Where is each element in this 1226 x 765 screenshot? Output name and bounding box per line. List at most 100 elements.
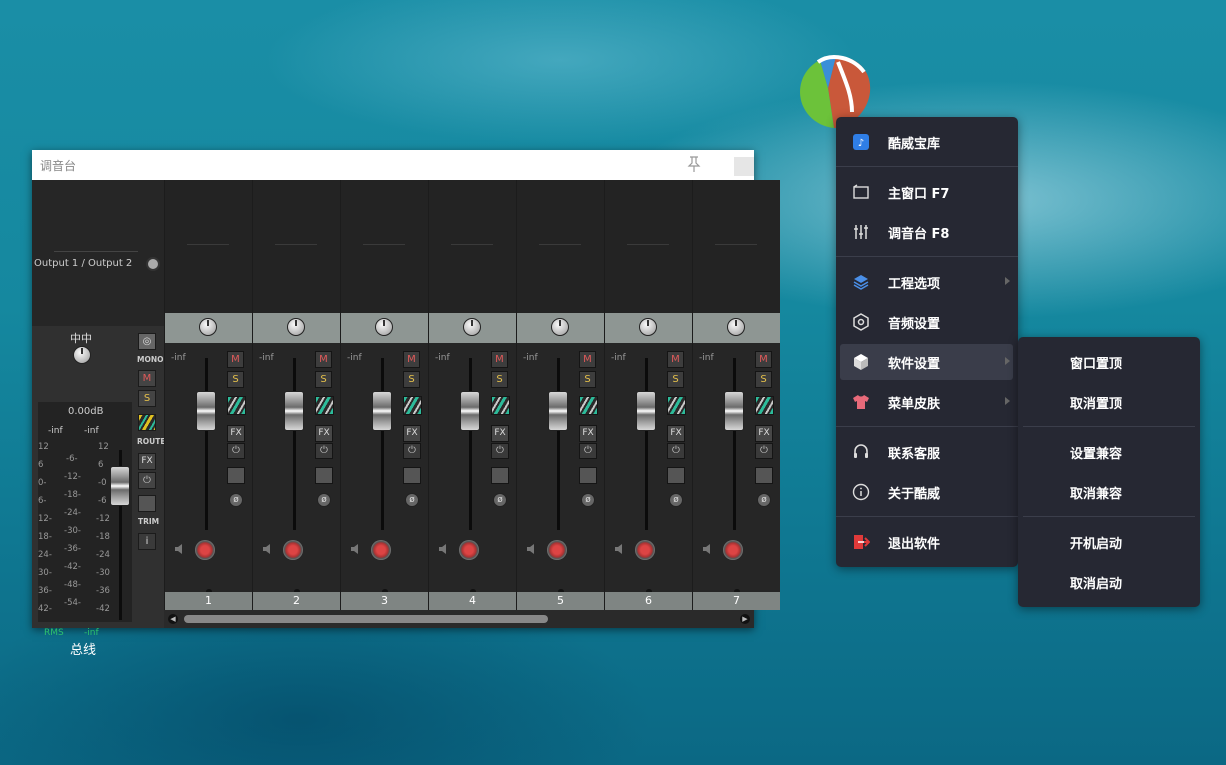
track-route-button[interactable]	[403, 396, 422, 415]
fx-power-icon[interactable]: ⏻	[667, 443, 685, 459]
submenu-item-cancel-compat[interactable]: 取消兼容	[1018, 474, 1200, 510]
scroll-left-arrow-icon[interactable]: ◀	[168, 614, 178, 624]
track-mute-button[interactable]: M	[403, 351, 420, 368]
record-arm-button[interactable]	[547, 540, 567, 560]
phase-invert-icon[interactable]: ø	[581, 493, 595, 507]
fx-power-icon[interactable]: ⏻	[491, 443, 509, 459]
speaker-icon[interactable]	[174, 543, 186, 555]
track-solo-button[interactable]: S	[227, 371, 244, 388]
phase-invert-icon[interactable]: ø	[493, 493, 507, 507]
window-close-button[interactable]	[734, 157, 754, 176]
envelope-icon[interactable]	[403, 467, 421, 484]
track-fader-handle[interactable]	[724, 391, 744, 431]
scrollbar-thumb[interactable]	[184, 615, 548, 623]
mixer-horizontal-scrollbar[interactable]: ◀ ▶	[164, 610, 754, 628]
menu-item-audio-settings[interactable]: 音频设置	[840, 304, 1013, 340]
menu-item-library[interactable]: ♪ 酷威宝库	[840, 124, 1013, 160]
track-solo-button[interactable]: S	[667, 371, 684, 388]
track-solo-button[interactable]: S	[579, 371, 596, 388]
track-mute-button[interactable]: M	[755, 351, 772, 368]
speaker-icon[interactable]	[438, 543, 450, 555]
speaker-icon[interactable]	[526, 543, 538, 555]
track-pan-knob[interactable]	[199, 318, 217, 336]
submenu-item-autostart[interactable]: 开机启动	[1018, 524, 1200, 560]
track-pan-knob[interactable]	[727, 318, 745, 336]
track-route-button[interactable]	[579, 396, 598, 415]
track-mute-button[interactable]: M	[315, 351, 332, 368]
record-arm-button[interactable]	[195, 540, 215, 560]
track-pan-knob[interactable]	[287, 318, 305, 336]
speaker-icon[interactable]	[614, 543, 626, 555]
mono-button[interactable]: ◎	[138, 333, 156, 350]
track-fader-handle[interactable]	[284, 391, 304, 431]
track-mute-button[interactable]: M	[491, 351, 508, 368]
fx-power-icon[interactable]: ⏻	[315, 443, 333, 459]
master-fader-handle[interactable]	[110, 466, 130, 506]
record-arm-button[interactable]	[459, 540, 479, 560]
track-fader-handle[interactable]	[196, 391, 216, 431]
fx-power-icon[interactable]: ⏻	[579, 443, 597, 459]
track-fader-handle[interactable]	[460, 391, 480, 431]
fx-power-icon[interactable]: ⏻	[227, 443, 245, 459]
track-route-button[interactable]	[755, 396, 774, 415]
speaker-icon[interactable]	[702, 543, 714, 555]
master-info-button[interactable]: i	[138, 533, 156, 550]
master-output-label[interactable]: Output 1 / Output 2	[34, 258, 132, 269]
record-arm-button[interactable]	[283, 540, 303, 560]
master-pan-knob[interactable]	[73, 346, 91, 364]
phase-invert-icon[interactable]: ø	[757, 493, 771, 507]
fx-power-icon[interactable]: ⏻	[755, 443, 773, 459]
envelope-icon[interactable]	[579, 467, 597, 484]
envelope-icon[interactable]	[667, 467, 685, 484]
track-fx-button[interactable]: FX	[227, 425, 245, 442]
track-pan-knob[interactable]	[639, 318, 657, 336]
pin-icon[interactable]	[686, 155, 702, 173]
track-mute-button[interactable]: M	[667, 351, 684, 368]
envelope-icon[interactable]	[315, 467, 333, 484]
master-fx-power-icon[interactable]: ⏻	[138, 472, 156, 489]
phase-invert-icon[interactable]: ø	[229, 493, 243, 507]
track-fx-button[interactable]: FX	[667, 425, 685, 442]
submenu-item-set-compat[interactable]: 设置兼容	[1018, 434, 1200, 470]
phase-invert-icon[interactable]: ø	[405, 493, 419, 507]
submenu-item-cancel-autostart[interactable]: 取消启动	[1018, 564, 1200, 600]
track-fx-button[interactable]: FX	[491, 425, 509, 442]
menu-item-main-window[interactable]: 主窗口 F7	[840, 174, 1013, 210]
phase-invert-icon[interactable]: ø	[669, 493, 683, 507]
menu-item-about[interactable]: 关于酷威	[840, 474, 1013, 510]
track-route-button[interactable]	[491, 396, 510, 415]
master-fx-button[interactable]: FX	[138, 453, 156, 470]
record-arm-button[interactable]	[635, 540, 655, 560]
submenu-item-pin-top[interactable]: 窗口置顶	[1018, 344, 1200, 380]
track-pan-knob[interactable]	[463, 318, 481, 336]
submenu-item-unpin-top[interactable]: 取消置顶	[1018, 384, 1200, 420]
record-arm-button[interactable]	[723, 540, 743, 560]
master-route-button[interactable]	[138, 414, 156, 431]
menu-item-project-options[interactable]: 工程选项	[840, 264, 1013, 300]
speaker-icon[interactable]	[262, 543, 274, 555]
master-solo-button[interactable]: S	[138, 390, 156, 407]
track-solo-button[interactable]: S	[755, 371, 772, 388]
phase-invert-icon[interactable]: ø	[317, 493, 331, 507]
envelope-icon[interactable]	[755, 467, 773, 484]
track-route-button[interactable]	[227, 396, 246, 415]
menu-item-mixer[interactable]: 调音台 F8	[840, 214, 1013, 250]
envelope-icon[interactable]	[491, 467, 509, 484]
menu-item-exit[interactable]: 退出软件	[840, 524, 1013, 560]
track-pan-knob[interactable]	[375, 318, 393, 336]
master-mute-button[interactable]: M	[138, 370, 156, 387]
fx-power-icon[interactable]: ⏻	[403, 443, 421, 459]
record-arm-button[interactable]	[371, 540, 391, 560]
track-pan-knob[interactable]	[551, 318, 569, 336]
track-mute-button[interactable]: M	[579, 351, 596, 368]
track-fx-button[interactable]: FX	[403, 425, 421, 442]
speaker-icon[interactable]	[350, 543, 362, 555]
track-fx-button[interactable]: FX	[579, 425, 597, 442]
track-fader-handle[interactable]	[548, 391, 568, 431]
track-solo-button[interactable]: S	[315, 371, 332, 388]
track-mute-button[interactable]: M	[227, 351, 244, 368]
track-fx-button[interactable]: FX	[755, 425, 773, 442]
track-fx-button[interactable]: FX	[315, 425, 333, 442]
master-envelope-icon[interactable]	[138, 495, 156, 512]
track-fader-handle[interactable]	[636, 391, 656, 431]
